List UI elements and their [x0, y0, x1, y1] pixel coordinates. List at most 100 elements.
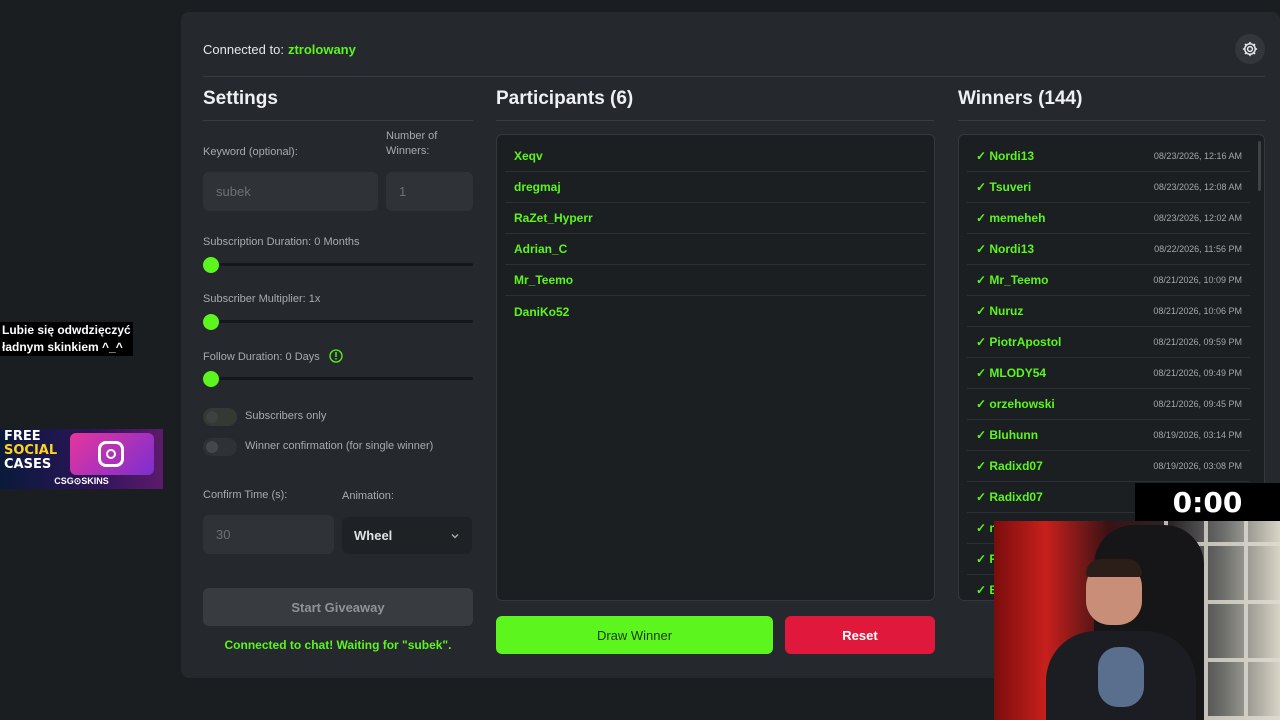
chat-status: Connected to chat! Waiting for "subek". [224, 638, 452, 652]
gear-icon [1242, 41, 1258, 57]
winner-date: 08/23/2026, 12:08 AM [1153, 182, 1242, 192]
subscriber-multiplier-thumb[interactable] [203, 314, 219, 330]
confirm-time-input[interactable]: 30 [203, 515, 334, 554]
winner-name: ✓ orzehowski [976, 397, 1055, 411]
chevron-down-icon [451, 533, 459, 538]
winner-date: 08/19/2026, 03:08 PM [1153, 461, 1242, 471]
chat-caption: Lubie się odwdzięczyć ładnym skinkiem ^_… [0, 322, 133, 356]
caption-line-2: ładnym skinkiem ^_^ [2, 340, 123, 354]
reset-button[interactable]: Reset [785, 616, 935, 654]
connection-label: Connected to: [203, 42, 284, 57]
winner-date: 08/21/2026, 10:09 PM [1153, 275, 1242, 285]
winner-row: ✓ Bluhunn 08/19/2026, 03:14 PM [967, 420, 1250, 451]
winners-title: Winners (144) [958, 88, 1083, 109]
subscriber-multiplier-slider[interactable] [203, 314, 473, 330]
info-icon[interactable] [329, 349, 343, 363]
winner-date: 08/22/2026, 11:56 PM [1154, 244, 1242, 254]
ad-title-line-1: FREE [4, 429, 41, 444]
winners-count-input[interactable]: 1 [386, 172, 473, 211]
subscribers-only-toggle[interactable] [203, 408, 237, 426]
winner-row: ✓ Mr_Teemo 08/21/2026, 10:09 PM [967, 265, 1250, 296]
settings-divider [203, 120, 473, 121]
winners-count-label-2: Winners: [386, 145, 430, 157]
header-divider [203, 76, 1265, 77]
settings-gear-button[interactable] [1235, 34, 1265, 64]
winner-row: ✓ orzehowski 08/21/2026, 09:45 PM [967, 389, 1250, 420]
subscription-duration-slider[interactable] [203, 257, 473, 273]
settings-title: Settings [203, 88, 278, 109]
winner-row: ✓ MLODY54 08/21/2026, 09:49 PM [967, 358, 1250, 389]
animation-select-value: Wheel [354, 528, 393, 543]
channel-name: ztrolowany [287, 42, 356, 57]
participants-list[interactable]: Xeqv dregmaj RaZet_Hyperr Adrian_C Mr_Te… [496, 134, 935, 601]
streamer-hair [1086, 559, 1142, 577]
winner-name: ✓ Tsuveri [976, 180, 1032, 194]
participants-divider [496, 120, 934, 121]
instagram-icon [98, 441, 124, 467]
winner-date: 08/21/2026, 09:59 PM [1153, 337, 1242, 347]
participant-row: RaZet_Hyperr [505, 203, 926, 234]
ad-banner[interactable]: FREE SOCIAL CASES CSG⊙SKINS [0, 429, 163, 489]
ad-title-line-3: CASES [4, 457, 52, 472]
winners-scrollbar[interactable] [1258, 141, 1261, 191]
winners-divider [958, 120, 1265, 121]
keyword-input[interactable]: subek [203, 172, 378, 211]
winner-date: 08/21/2026, 10:06 PM [1153, 306, 1242, 316]
winner-name: ✓ Bluhunn [976, 428, 1039, 442]
follow-duration-label: Follow Duration: 0 Days [203, 349, 343, 365]
follow-duration-thumb[interactable] [203, 371, 219, 387]
winner-name: ✓ memeheh [976, 211, 1046, 225]
draw-winner-button[interactable]: Draw Winner [496, 616, 773, 654]
winner-row: ✓ Tsuveri 08/23/2026, 12:08 AM [967, 172, 1250, 203]
animation-select[interactable]: Wheel [342, 517, 472, 554]
subscription-duration-thumb[interactable] [203, 257, 219, 273]
stream-timer: 0:00 [1135, 483, 1280, 521]
ad-title-line-2-text: SOCIAL [4, 443, 58, 458]
winner-name: ✓ Nordi13 [976, 242, 1035, 256]
winners-count-label: Number of Winners: [386, 129, 437, 159]
confirm-time-label: Confirm Time (s): [203, 489, 288, 501]
winner-row: ✓ Nordi13 08/23/2026, 12:16 AM [967, 141, 1250, 172]
start-giveaway-button[interactable]: Start Giveaway [203, 588, 473, 626]
subscribers-only-label: Subscribers only [245, 410, 327, 422]
stage: Lubie się odwdzięczyć ładnym skinkiem ^_… [0, 0, 1280, 720]
ad-title-line-2: SOCIAL [4, 444, 64, 458]
winner-row: ✓ PiotrApostol 08/21/2026, 09:59 PM [967, 327, 1250, 358]
subscriber-multiplier-label: Subscriber Multiplier: 1x [203, 293, 321, 305]
winner-row: ✓ Nordi13 08/22/2026, 11:56 PM [967, 234, 1250, 265]
winner-row: ✓ memeheh 08/23/2026, 12:02 AM [967, 203, 1250, 234]
winner-row: ✓ Nuruz 08/21/2026, 10:06 PM [967, 296, 1250, 327]
winner-date: 08/19/2026, 03:14 PM [1153, 430, 1242, 440]
winner-date: 08/21/2026, 09:45 PM [1153, 399, 1242, 409]
participants-title: Participants (6) [496, 88, 634, 109]
winner-name: ✓ Radixd07 [976, 490, 1043, 504]
connection-status: Connected to: ztrolowany [203, 42, 356, 57]
toggle-knob [206, 441, 218, 453]
participant-row: Xeqv [505, 141, 926, 172]
winner-confirmation-toggle[interactable] [203, 438, 237, 456]
winner-name: ✓ Nordi13 [976, 149, 1035, 163]
winner-name: ✓ PiotrApostol [976, 335, 1062, 349]
ad-case-image [70, 433, 154, 475]
participant-row: DaniKo52 [514, 304, 570, 319]
ad-footer: CSG⊙SKINS [54, 476, 109, 486]
participant-row: Adrian_C [505, 234, 926, 265]
winner-date: 08/23/2026, 12:16 AM [1153, 151, 1242, 161]
winner-confirmation-label: Winner confirmation (for single winner) [245, 440, 434, 452]
toggle-knob [206, 411, 218, 423]
follow-duration-text: Follow Duration: 0 Days [203, 351, 320, 363]
shirt-print [1098, 647, 1144, 707]
caption-line-1: Lubie się odwdzięczyć [2, 323, 131, 337]
keyword-label: Keyword (optional): [203, 146, 298, 158]
streamer [1046, 559, 1196, 720]
winner-name: ✓ Nuruz [976, 304, 1024, 318]
winner-name: ✓ Mr_Teemo [976, 273, 1049, 287]
participant-row: dregmaj [505, 172, 926, 203]
follow-duration-slider[interactable] [203, 371, 473, 387]
winners-count-label-1: Number of [386, 130, 438, 142]
winner-date: 08/23/2026, 12:02 AM [1153, 213, 1242, 223]
winner-name: ✓ MLODY54 [976, 366, 1047, 380]
animation-label: Animation: [342, 490, 394, 502]
winner-date: 08/21/2026, 09:49 PM [1153, 368, 1242, 378]
winner-row: ✓ Radixd07 08/19/2026, 03:08 PM [967, 451, 1250, 482]
